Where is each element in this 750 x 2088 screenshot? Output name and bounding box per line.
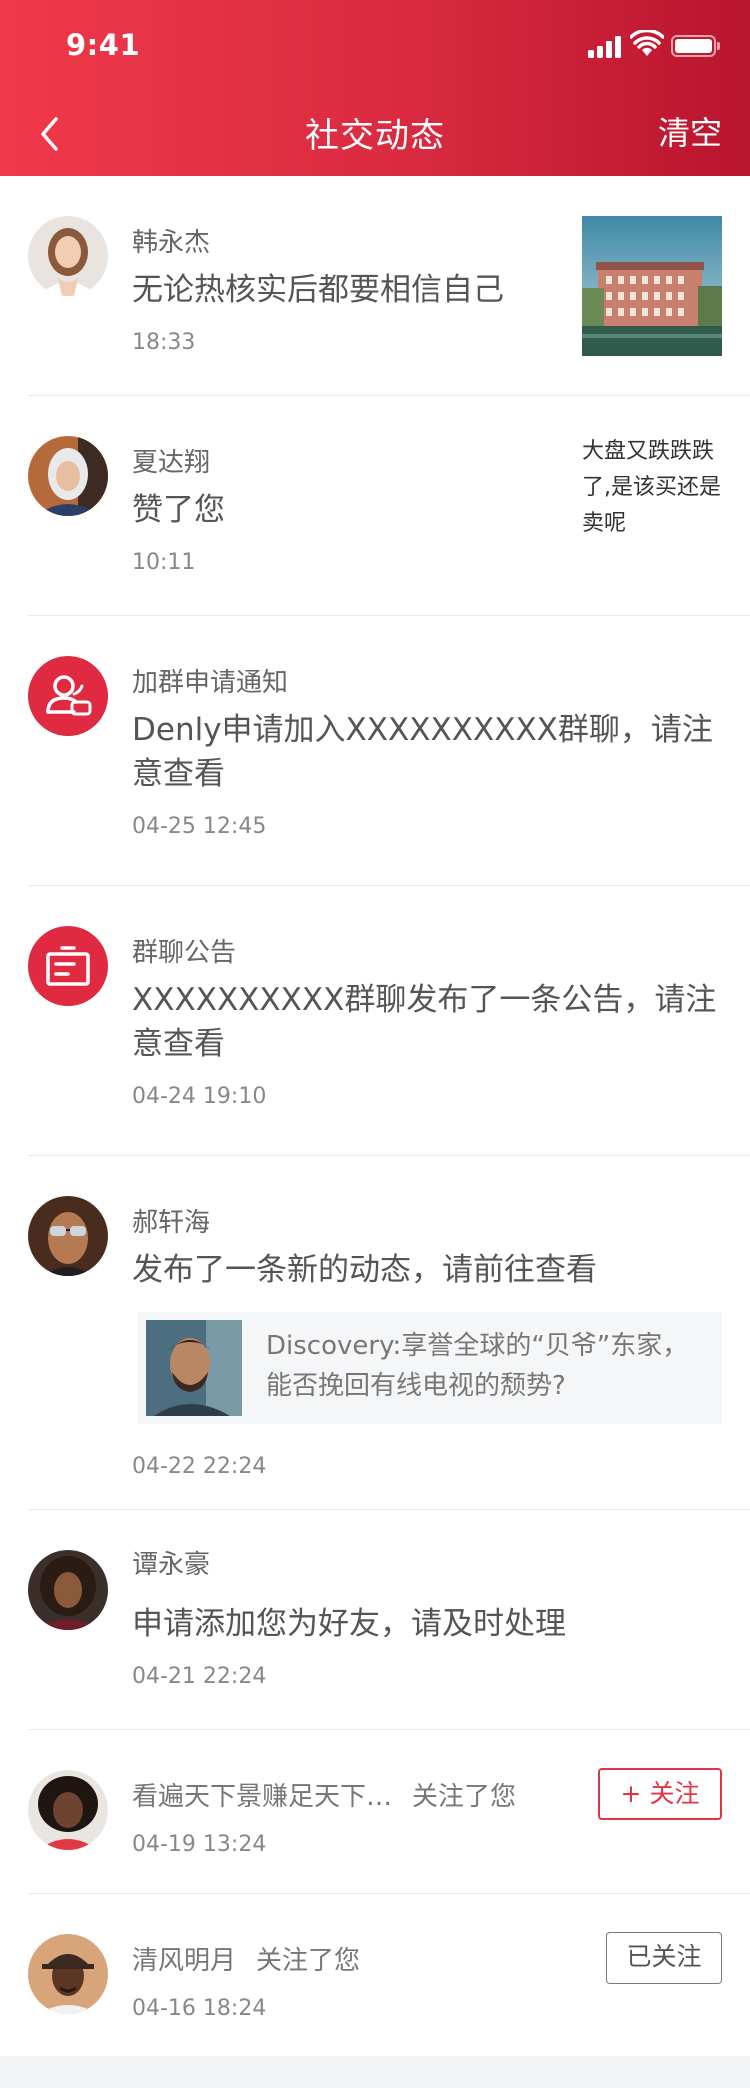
list-item[interactable]: 清风明月 关注了您 04-16 18:24 已关注 xyxy=(0,1894,750,2056)
follow-button[interactable]: + 关注 xyxy=(598,1768,722,1820)
avatar[interactable] xyxy=(28,1196,108,1276)
announcement-avatar[interactable] xyxy=(28,926,108,1006)
avatar-photo-icon xyxy=(28,1550,108,1630)
timestamp: 18:33 xyxy=(132,330,196,355)
wifi-icon xyxy=(630,30,664,56)
person-photo-icon xyxy=(146,1320,242,1416)
avatar[interactable] xyxy=(28,1934,108,2014)
user-add-icon xyxy=(46,675,92,716)
page-title: 社交动态 xyxy=(305,116,445,156)
avatar[interactable] xyxy=(28,1770,108,1850)
sender-name: 加群申请通知 xyxy=(132,668,289,698)
activity-list: 韩永杰 无论热核实后都要相信自己 18:33 夏达翔 赞了您 10:11 大盘又… xyxy=(0,176,750,2056)
post-thumbnail[interactable] xyxy=(582,216,722,356)
follow-action-text: 关注了您 xyxy=(412,1782,517,1812)
follower-name: 清风明月 关注了您 xyxy=(132,1940,360,1977)
clear-button[interactable]: 清空 xyxy=(658,108,722,154)
follower-name-text: 看遍天下景赚足天下… xyxy=(132,1782,393,1812)
avatar-photo-icon xyxy=(28,1196,108,1276)
timestamp: 04-25 12:45 xyxy=(132,814,267,839)
timestamp: 10:11 xyxy=(132,550,196,575)
shared-post-image xyxy=(146,1320,242,1416)
timestamp: 04-19 13:24 xyxy=(132,1832,267,1857)
followed-button[interactable]: 已关注 xyxy=(606,1932,722,1984)
list-item[interactable]: 谭永豪 申请添加您为好友，请及时处理 04-21 22:24 xyxy=(0,1510,750,1730)
timestamp: 04-16 18:24 xyxy=(132,1996,267,2021)
list-item[interactable]: 群聊公告 XXXXXXXXXX群聊发布了一条公告，请注意查看 04-24 19:… xyxy=(0,886,750,1156)
announcement-icon xyxy=(46,946,90,986)
list-item[interactable]: 加群申请通知 Denly申请加入XXXXXXXXXX群聊，请注意查看 04-25… xyxy=(0,616,750,886)
avatar-photo-icon xyxy=(28,1770,108,1850)
sender-name: 郝轩海 xyxy=(132,1208,211,1238)
hotel-photo-icon xyxy=(582,216,722,356)
timestamp: 04-24 19:10 xyxy=(132,1084,267,1109)
follower-name: 看遍天下景赚足天下… 关注了您 xyxy=(132,1776,516,1813)
list-item[interactable]: 夏达翔 赞了您 10:11 大盘又跌跌跌了,是该买还是卖呢 xyxy=(0,396,750,616)
shared-post-text: Discovery:享誉全球的“贝爷”东家，能否挽回有线电视的颓势? xyxy=(266,1331,689,1401)
message-text: 发布了一条新的动态，请前往查看 xyxy=(132,1252,597,1288)
avatar[interactable] xyxy=(28,216,108,296)
sender-name: 韩永杰 xyxy=(132,228,211,258)
list-item[interactable]: 看遍天下景赚足天下… 关注了您 04-19 13:24 + 关注 xyxy=(0,1730,750,1894)
status-bar: 9:41 xyxy=(0,0,750,88)
message-text: Denly申请加入XXXXXXXXXX群聊，请注意查看 xyxy=(132,712,713,792)
top-bar: 9:41 社交动态 清空 xyxy=(0,0,750,176)
sender-name: 夏达翔 xyxy=(132,448,211,478)
message-text: 无论热核实后都要相信自己 xyxy=(132,272,504,308)
list-item[interactable]: 郝轩海 发布了一条新的动态，请前往查看 Discovery:享誉全球的“贝爷”东… xyxy=(0,1156,750,1510)
message-text: 申请添加您为好友，请及时处理 xyxy=(132,1606,566,1642)
follow-action-text: 关注了您 xyxy=(256,1946,361,1976)
sender-name: 谭永豪 xyxy=(132,1550,211,1580)
message-text: XXXXXXXXXX群聊发布了一条公告，请注意查看 xyxy=(132,982,717,1062)
sender-name: 群聊公告 xyxy=(132,938,237,968)
follower-name-text: 清风明月 xyxy=(132,1946,237,1976)
avatar-photo-icon xyxy=(28,436,108,516)
timestamp: 04-22 22:24 xyxy=(132,1454,267,1479)
list-item[interactable]: 韩永杰 无论热核实后都要相信自己 18:33 xyxy=(0,176,750,396)
battery-icon xyxy=(671,35,721,57)
group-join-avatar[interactable] xyxy=(28,656,108,736)
shared-post-card[interactable]: Discovery:享誉全球的“贝爷”东家，能否挽回有线电视的颓势? xyxy=(138,1312,722,1424)
avatar[interactable] xyxy=(28,1550,108,1630)
timestamp: 04-21 22:24 xyxy=(132,1664,267,1689)
status-time: 9:41 xyxy=(66,28,141,62)
avatar[interactable] xyxy=(28,436,108,516)
avatar-photo-icon xyxy=(28,1934,108,2014)
message-text: 赞了您 xyxy=(132,492,225,528)
avatar-photo-icon xyxy=(28,216,108,296)
quoted-post-text[interactable]: 大盘又跌跌跌了,是该买还是卖呢 xyxy=(582,434,722,542)
cellular-signal-icon xyxy=(588,36,622,58)
